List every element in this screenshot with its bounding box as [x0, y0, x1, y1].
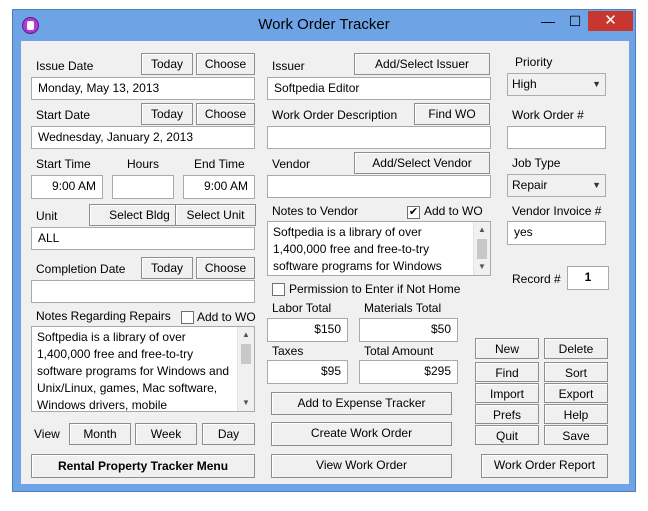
priority-value: High	[512, 77, 537, 91]
start-date-field[interactable]: Wednesday, January 2, 2013	[31, 126, 255, 149]
add-select-issuer-button[interactable]: Add/Select Issuer	[354, 53, 490, 75]
vendor-add-to-wo-checkbox[interactable]: ✔	[407, 206, 420, 219]
labor-total-field[interactable]: $150	[267, 318, 348, 342]
scroll-up-icon[interactable]: ▲	[474, 222, 490, 238]
rental-property-menu-button[interactable]: Rental Property Tracker Menu	[31, 454, 255, 478]
start-date-choose-button[interactable]: Choose	[196, 103, 255, 125]
record-number-field[interactable]: 1	[567, 266, 609, 290]
completion-date-label: Completion Date	[36, 262, 126, 276]
vendor-label: Vendor	[272, 157, 311, 171]
total-amount-label: Total Amount	[364, 344, 434, 358]
vendor-invoice-field[interactable]: yes	[507, 221, 606, 245]
minimize-icon[interactable]: —	[534, 11, 562, 31]
find-button[interactable]: Find	[475, 362, 539, 382]
notes-add-to-wo-checkbox[interactable]	[181, 311, 194, 324]
hours-label: Hours	[127, 157, 160, 171]
completion-date-choose-button[interactable]: Choose	[196, 257, 255, 279]
completion-date-today-button[interactable]: Today	[141, 257, 193, 279]
notes-repairs-scrollbar[interactable]: ▲ ▼	[237, 327, 254, 411]
vendor-invoice-label: Vendor Invoice #	[512, 204, 602, 218]
scroll-thumb[interactable]	[477, 239, 487, 259]
notes-vendor-textarea[interactable]: Softpedia is a library of over 1,400,000…	[267, 221, 491, 276]
job-type-value: Repair	[512, 178, 548, 192]
export-button[interactable]: Export	[544, 383, 608, 403]
scroll-up-icon[interactable]: ▲	[238, 327, 254, 343]
materials-total-label: Materials Total	[364, 301, 442, 315]
scroll-thumb[interactable]	[241, 344, 251, 364]
end-time-field[interactable]: 9:00 AM	[183, 175, 255, 199]
view-label: View	[34, 427, 60, 441]
start-date-label: Start Date	[36, 108, 91, 122]
view-day-button[interactable]: Day	[202, 423, 255, 445]
notes-vendor-scrollbar[interactable]: ▲ ▼	[473, 222, 490, 275]
priority-label: Priority	[515, 55, 553, 69]
job-type-label: Job Type	[512, 156, 561, 170]
notes-repairs-textarea[interactable]: Softpedia is a library of over 1,400,000…	[31, 326, 255, 412]
end-time-label: End Time	[194, 157, 245, 171]
quit-button[interactable]: Quit	[475, 425, 539, 445]
taxes-label: Taxes	[272, 344, 304, 358]
add-to-expense-tracker-button[interactable]: Add to Expense Tracker	[271, 392, 452, 415]
scroll-down-icon[interactable]: ▼	[238, 395, 254, 411]
issue-date-label: Issue Date	[36, 59, 94, 73]
help-button[interactable]: Help	[544, 404, 608, 424]
unit-field[interactable]: ALL	[31, 227, 255, 250]
hours-field[interactable]	[112, 175, 174, 199]
view-week-button[interactable]: Week	[135, 423, 197, 445]
create-work-order-button[interactable]: Create Work Order	[271, 422, 452, 446]
title-bar: Work Order Tracker — ☐ ✕	[13, 10, 635, 42]
chevron-down-icon[interactable]: ▼	[592, 175, 601, 195]
select-unit-button[interactable]: Select Unit	[175, 204, 256, 226]
add-select-vendor-button[interactable]: Add/Select Vendor	[354, 152, 490, 174]
labor-total-label: Labor Total	[272, 301, 332, 315]
issue-date-choose-button[interactable]: Choose	[196, 53, 255, 75]
taxes-field[interactable]: $95	[267, 360, 348, 384]
work-order-report-button[interactable]: Work Order Report	[481, 454, 608, 478]
wo-description-label: Work Order Description	[272, 108, 398, 122]
permission-checkbox[interactable]	[272, 283, 285, 296]
priority-select[interactable]: High ▼	[507, 73, 606, 96]
notes-repairs-label: Notes Regarding Repairs	[36, 309, 171, 323]
wo-description-field[interactable]	[267, 126, 491, 149]
vendor-add-to-wo-label: Add to WO	[424, 204, 483, 218]
view-month-button[interactable]: Month	[69, 423, 131, 445]
chevron-down-icon[interactable]: ▼	[592, 74, 601, 94]
vendor-field[interactable]	[267, 175, 491, 198]
completion-date-field[interactable]	[31, 280, 255, 303]
record-label: Record #	[512, 272, 561, 286]
materials-total-field[interactable]: $50	[359, 318, 458, 342]
import-button[interactable]: Import	[475, 383, 539, 403]
form-area: Issue Date Today Choose Monday, May 13, …	[21, 41, 629, 484]
notes-add-to-wo-label: Add to WO	[197, 310, 256, 324]
notes-vendor-label: Notes to Vendor	[272, 204, 359, 218]
issue-date-today-button[interactable]: Today	[141, 53, 193, 75]
view-work-order-button[interactable]: View Work Order	[271, 454, 452, 478]
unit-label: Unit	[36, 209, 58, 223]
sort-button[interactable]: Sort	[544, 362, 608, 382]
issuer-label: Issuer	[272, 59, 305, 73]
new-button[interactable]: New	[475, 338, 539, 359]
close-icon[interactable]: ✕	[588, 11, 633, 31]
save-button[interactable]: Save	[544, 425, 608, 445]
start-time-label: Start Time	[36, 157, 91, 171]
permission-label: Permission to Enter if Not Home	[289, 282, 461, 296]
issuer-field[interactable]: Softpedia Editor	[267, 77, 491, 100]
start-date-today-button[interactable]: Today	[141, 103, 193, 125]
notes-vendor-text: Softpedia is a library of over 1,400,000…	[273, 225, 442, 273]
find-wo-button[interactable]: Find WO	[414, 103, 490, 125]
job-type-select[interactable]: Repair ▼	[507, 174, 606, 197]
prefs-button[interactable]: Prefs	[475, 404, 539, 424]
scroll-down-icon[interactable]: ▼	[474, 259, 490, 275]
delete-button[interactable]: Delete	[544, 338, 608, 359]
total-amount-field[interactable]: $295	[359, 360, 458, 384]
issue-date-field[interactable]: Monday, May 13, 2013	[31, 77, 255, 100]
wo-number-field[interactable]	[507, 126, 606, 149]
app-window: Work Order Tracker — ☐ ✕ Issue Date Toda…	[12, 9, 636, 492]
start-time-field[interactable]: 9:00 AM	[31, 175, 103, 199]
notes-repairs-text: Softpedia is a library of over 1,400,000…	[37, 330, 230, 412]
maximize-icon[interactable]: ☐	[562, 11, 588, 31]
wo-number-label: Work Order #	[512, 108, 584, 122]
